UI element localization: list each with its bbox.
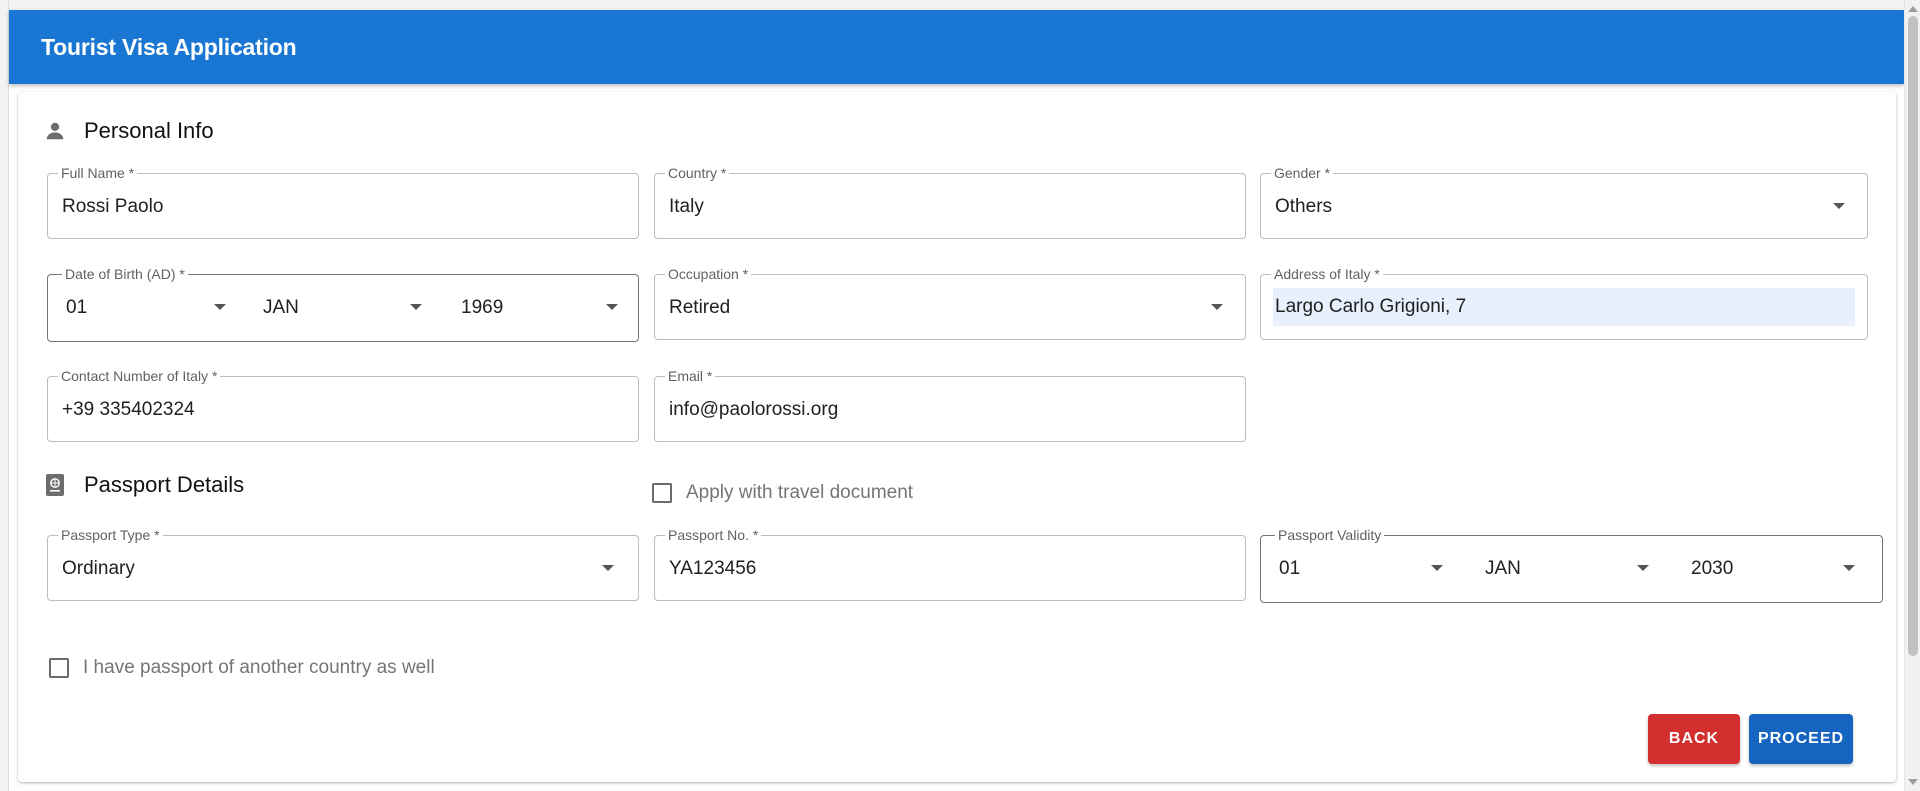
occupation-select[interactable]: Occupation * Retired <box>654 266 1246 340</box>
country-value: Italy <box>669 196 704 217</box>
address-field[interactable]: Address of Italy * Largo Carlo Grigioni,… <box>1260 266 1868 340</box>
passport-number-value: YA123456 <box>669 558 757 579</box>
chevron-down-icon <box>1833 203 1845 209</box>
personal-info-heading: Personal Info <box>42 118 214 144</box>
checkbox-box[interactable] <box>652 483 672 503</box>
scroll-up-arrow-icon[interactable] <box>1908 6 1918 12</box>
browser-top-strip <box>0 0 1920 10</box>
proceed-button[interactable]: PROCEED <box>1749 714 1853 764</box>
chevron-down-icon <box>1637 565 1649 571</box>
another-country-passport-checkbox[interactable]: I have passport of another country as we… <box>49 657 435 679</box>
validity-day-select[interactable]: 01 <box>1279 536 1454 602</box>
full-name-field[interactable]: Full Name * Rossi Paolo <box>47 165 639 239</box>
dob-day-select[interactable]: 01 <box>66 275 236 341</box>
dob-month-value: JAN <box>263 297 299 318</box>
validity-day-value: 01 <box>1279 558 1301 579</box>
passport-type-select[interactable]: Passport Type * Ordinary <box>47 527 639 601</box>
passport-type-value: Ordinary <box>62 558 135 579</box>
passport-details-heading: Passport Details <box>42 472 244 498</box>
scroll-down-arrow-icon[interactable] <box>1908 779 1918 785</box>
dob-day-value: 01 <box>66 297 88 318</box>
checkbox-box[interactable] <box>49 658 69 678</box>
contact-number-value: +39 335402324 <box>62 399 195 420</box>
scrollbar-thumb[interactable] <box>1908 16 1918 656</box>
back-button[interactable]: BACK <box>1648 714 1740 764</box>
passport-details-title: Passport Details <box>84 472 245 497</box>
page-title: Tourist Visa Application <box>41 34 297 60</box>
dob-month-select[interactable]: JAN <box>263 275 433 341</box>
chevron-down-icon <box>214 304 226 310</box>
validity-month-select[interactable]: JAN <box>1485 536 1660 602</box>
address-autofill-highlight: Largo Carlo Grigioni, 7 <box>1273 288 1855 326</box>
address-value: Largo Carlo Grigioni, 7 <box>1275 296 1467 317</box>
dob-year-value: 1969 <box>461 297 504 318</box>
occupation-value: Retired <box>669 297 731 318</box>
full-name-value: Rossi Paolo <box>62 196 164 217</box>
country-field[interactable]: Country * Italy <box>654 165 1246 239</box>
left-edge <box>0 0 9 791</box>
app-bar: Tourist Visa Application <box>9 10 1904 84</box>
gender-value: Others <box>1275 196 1333 217</box>
scrollbar[interactable] <box>1904 0 1920 791</box>
passport-number-field[interactable]: Passport No. * YA123456 <box>654 527 1246 601</box>
passport-validity-field: Passport Validity 01 JAN 2030 <box>1260 527 1883 603</box>
apply-with-travel-document-checkbox[interactable]: Apply with travel document <box>652 482 913 504</box>
email-value: info@paolorossi.org <box>669 399 839 420</box>
apply-with-travel-document-label: Apply with travel document <box>686 482 914 503</box>
application-form-card: Personal Info Full Name * Rossi Paolo Co… <box>18 92 1896 782</box>
address-label: Address of Italy * <box>1271 266 1383 282</box>
another-country-passport-label: I have passport of another country as we… <box>83 657 435 678</box>
validity-year-value: 2030 <box>1691 558 1734 579</box>
email-field[interactable]: Email * info@paolorossi.org <box>654 368 1246 442</box>
chevron-down-icon <box>1211 304 1223 310</box>
chevron-down-icon <box>410 304 422 310</box>
validity-month-value: JAN <box>1485 558 1521 579</box>
chevron-down-icon <box>1431 565 1443 571</box>
validity-year-select[interactable]: 2030 <box>1691 536 1866 602</box>
dob-year-select[interactable]: 1969 <box>461 275 631 341</box>
gender-select[interactable]: Gender * Others <box>1260 165 1868 239</box>
date-of-birth-field: Date of Birth (AD) * 01 JAN 1969 <box>47 266 639 342</box>
person-icon <box>42 118 68 144</box>
chevron-down-icon <box>606 304 618 310</box>
passport-icon <box>42 472 68 498</box>
personal-info-title: Personal Info <box>84 118 214 143</box>
chevron-down-icon <box>1843 565 1855 571</box>
contact-number-field[interactable]: Contact Number of Italy * +39 335402324 <box>47 368 639 442</box>
chevron-down-icon <box>602 565 614 571</box>
